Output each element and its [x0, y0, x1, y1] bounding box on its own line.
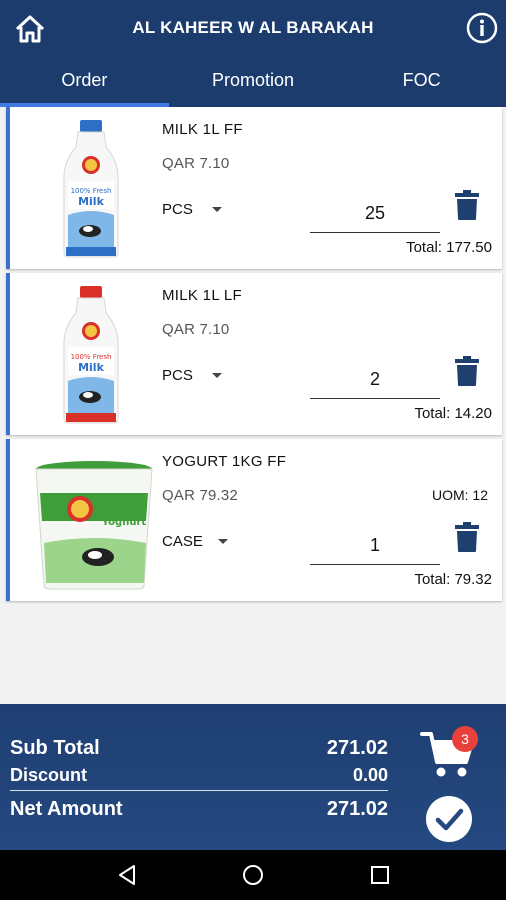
order-item-card[interactable]: 100% Fresh Milk MILK 1L FF QAR 7.10 PCS …: [6, 107, 502, 269]
unit-select[interactable]: CASE: [162, 533, 203, 550]
product-image-milk-ff: 100% Fresh Milk: [63, 120, 119, 258]
system-nav-bar: [0, 850, 506, 900]
net-amount-row: Net Amount 271.02: [10, 798, 388, 821]
line-total: Total: 177.50: [406, 239, 492, 256]
chevron-down-icon[interactable]: [212, 207, 222, 212]
summary-divider: [10, 790, 388, 791]
order-item-card[interactable]: Yoghurt YOGURT 1KG FF QAR 79.32 UOM: 12 …: [6, 439, 502, 601]
product-price: QAR 7.10: [162, 155, 230, 172]
order-summary: Sub Total 271.02 Discount 0.00 Net Amoun…: [0, 704, 506, 850]
svg-text:100% Fresh: 100% Fresh: [71, 187, 112, 195]
quantity-input[interactable]: 2: [310, 363, 440, 399]
net-amount-label: Net Amount: [10, 798, 123, 820]
app-header: AL KAHEER W AL BARAKAH Order Promotion F…: [0, 0, 506, 107]
unit-select[interactable]: PCS: [162, 201, 193, 218]
trash-icon[interactable]: [454, 189, 480, 221]
order-item-card[interactable]: 100% Fresh Milk MILK 1L LF QAR 7.10 PCS …: [6, 273, 502, 435]
sub-total-row: Sub Total 271.02: [10, 737, 388, 760]
check-icon: [435, 808, 464, 831]
svg-text:Yoghurt: Yoghurt: [101, 517, 147, 528]
discount-label: Discount: [10, 765, 88, 785]
net-amount-value: 271.02: [326, 798, 388, 820]
uom-label: UOM: 12: [431, 487, 488, 503]
line-total: Total: 14.20: [414, 405, 492, 422]
back-icon[interactable]: [115, 863, 139, 887]
chevron-down-icon[interactable]: [218, 539, 228, 544]
chevron-down-icon[interactable]: [212, 373, 222, 378]
trash-icon[interactable]: [454, 521, 480, 553]
sub-total-label: Sub Total: [10, 737, 100, 759]
product-price: QAR 7.10: [162, 321, 230, 338]
product-name: YOGURT 1KG FF: [162, 453, 287, 470]
product-image-milk-lf: 100% Fresh Milk: [63, 286, 119, 424]
home-nav-icon[interactable]: [241, 863, 265, 887]
cart-count-badge: 3: [452, 726, 478, 752]
unit-select[interactable]: PCS: [162, 367, 193, 384]
tab-foc[interactable]: FOC: [337, 60, 506, 107]
svg-text:Milk: Milk: [78, 195, 104, 208]
sub-total-value: 271.02: [326, 737, 388, 759]
page-title: AL KAHEER W AL BARAKAH: [132, 18, 374, 37]
product-name: MILK 1L FF: [162, 121, 243, 138]
product-name: MILK 1L LF: [162, 287, 242, 304]
quantity-input[interactable]: 25: [310, 197, 440, 233]
recents-icon[interactable]: [368, 863, 392, 887]
discount-row: Discount 0.00: [10, 765, 388, 786]
tab-order[interactable]: Order: [0, 60, 169, 107]
line-total: Total: 79.32: [414, 571, 492, 588]
order-list: 100% Fresh Milk MILK 1L FF QAR 7.10 PCS …: [6, 107, 502, 605]
svg-text:Milk: Milk: [78, 361, 104, 374]
confirm-button[interactable]: [426, 796, 472, 842]
svg-text:100% Fresh: 100% Fresh: [71, 353, 112, 361]
info-icon[interactable]: [466, 12, 498, 44]
product-image-yogurt: Yoghurt: [35, 461, 153, 590]
quantity-input[interactable]: 1: [310, 529, 440, 565]
tab-bar: Order Promotion FOC: [0, 60, 506, 107]
product-price: QAR 79.32: [162, 487, 239, 504]
discount-value: 0.00: [352, 765, 388, 785]
tab-promotion[interactable]: Promotion: [169, 60, 338, 107]
trash-icon[interactable]: [454, 355, 480, 387]
